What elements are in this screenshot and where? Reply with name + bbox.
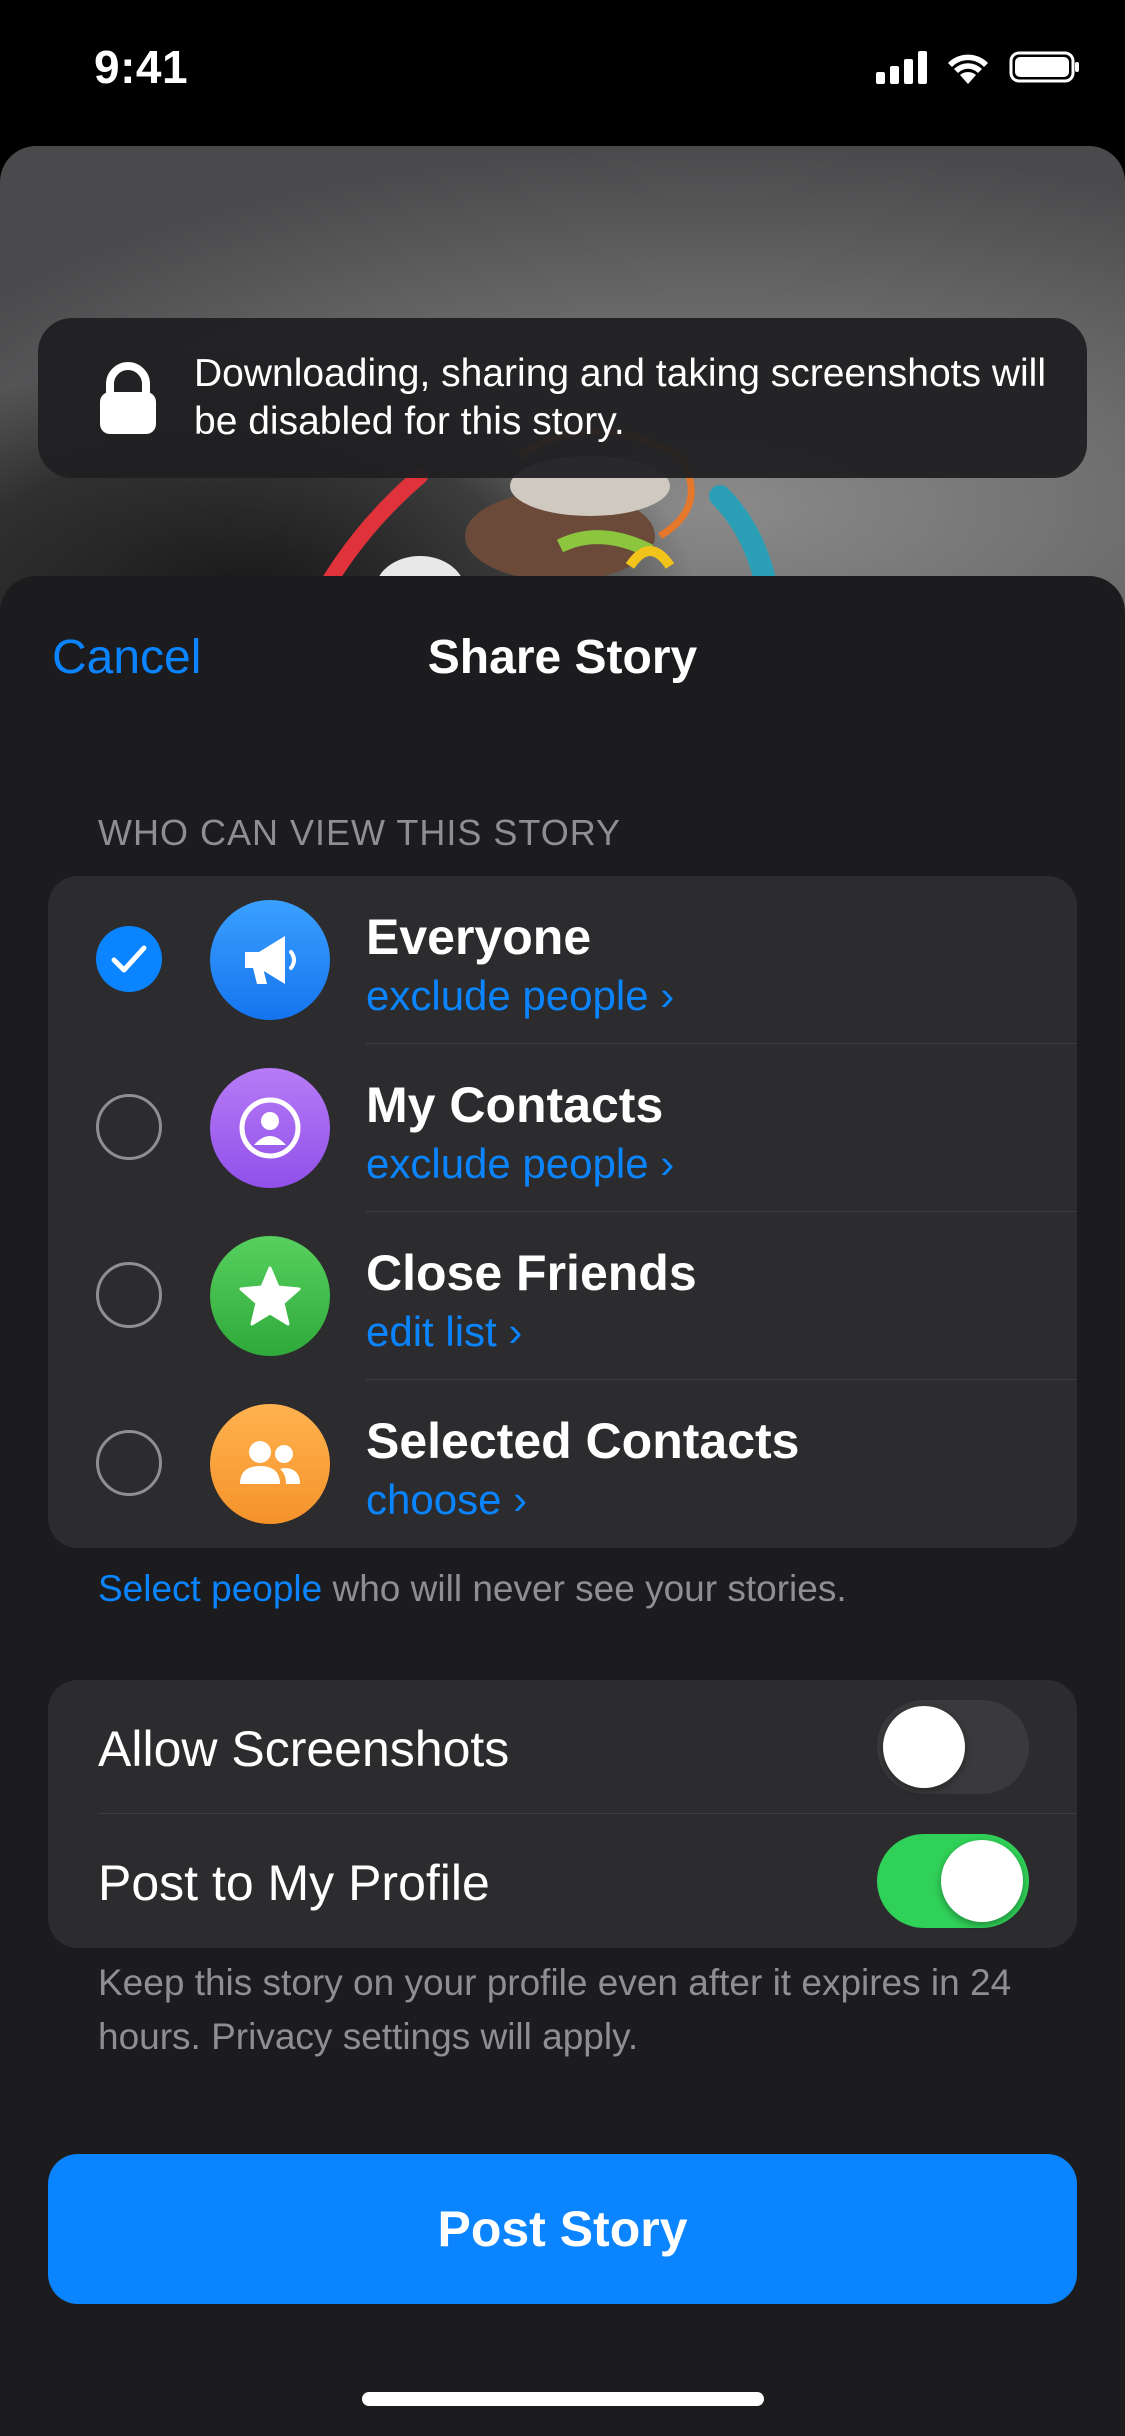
option-my-contacts[interactable]: My Contacts exclude people › <box>48 1044 1077 1212</box>
group-icon <box>210 1404 330 1524</box>
share-story-sheet: Cancel Share Story WHO CAN VIEW THIS STO… <box>0 576 1125 2436</box>
checkmark-icon <box>111 945 147 973</box>
radio-unchecked-icon[interactable] <box>96 1094 162 1160</box>
option-title: My Contacts <box>366 1077 664 1133</box>
story-preview: Downloading, sharing and taking screensh… <box>0 146 1125 616</box>
post-to-profile-label: Post to My Profile <box>98 1855 490 1911</box>
select-people-note: Select people who will never see your st… <box>98 1568 847 1610</box>
select-note-text: who will never see your stories. <box>322 1568 847 1609</box>
person-icon <box>210 1068 330 1188</box>
toggle-knob <box>883 1706 965 1788</box>
allow-screenshots-row: Allow Screenshots <box>48 1680 1077 1814</box>
battery-icon <box>1009 51 1079 83</box>
exclude-people-link[interactable]: exclude people › <box>366 1140 674 1188</box>
post-to-profile-toggle[interactable] <box>877 1834 1029 1928</box>
story-notice-banner: Downloading, sharing and taking screensh… <box>38 318 1087 478</box>
wifi-icon <box>948 54 988 84</box>
audience-options-list: Everyone exclude people › My Contacts ex… <box>48 876 1077 1548</box>
status-bar: 9:41 <box>0 0 1125 140</box>
exclude-people-link[interactable]: exclude people › <box>366 972 674 1020</box>
option-selected-contacts[interactable]: Selected Contacts choose › <box>48 1380 1077 1548</box>
option-title: Selected Contacts <box>366 1413 800 1469</box>
radio-unchecked-icon[interactable] <box>96 1262 162 1328</box>
profile-footer-note: Keep this story on your profile even aft… <box>98 1962 1012 2057</box>
option-everyone[interactable]: Everyone exclude people › <box>48 876 1077 1044</box>
audience-section-header: WHO CAN VIEW THIS STORY <box>98 812 622 853</box>
option-title: Everyone <box>366 909 592 965</box>
cellular-signal-icon <box>876 50 927 84</box>
status-icons <box>876 50 1081 84</box>
star-icon <box>210 1236 330 1356</box>
allow-screenshots-toggle[interactable] <box>877 1700 1029 1794</box>
home-indicator <box>362 2392 764 2406</box>
choose-link[interactable]: choose › <box>366 1476 527 1524</box>
megaphone-icon <box>210 900 330 1020</box>
radio-checked-icon[interactable] <box>96 926 162 992</box>
radio-unchecked-icon[interactable] <box>96 1430 162 1496</box>
post-story-button[interactable]: Post Story <box>48 2154 1077 2304</box>
allow-screenshots-label: Allow Screenshots <box>98 1721 510 1777</box>
lock-icon <box>100 362 156 434</box>
option-close-friends[interactable]: Close Friends edit list › <box>48 1212 1077 1380</box>
post-to-profile-row: Post to My Profile <box>48 1814 1077 1948</box>
edit-list-link[interactable]: edit list › <box>366 1308 522 1356</box>
status-time: 9:41 <box>94 41 189 93</box>
sheet-title: Share Story <box>427 631 698 684</box>
settings-group: Allow Screenshots Post to My Profile <box>48 1680 1077 1948</box>
toggle-knob <box>941 1840 1023 1922</box>
select-people-link[interactable]: Select people <box>98 1568 322 1609</box>
notice-text: Downloading, sharing and taking screensh… <box>194 352 1046 443</box>
option-title: Close Friends <box>366 1245 697 1301</box>
